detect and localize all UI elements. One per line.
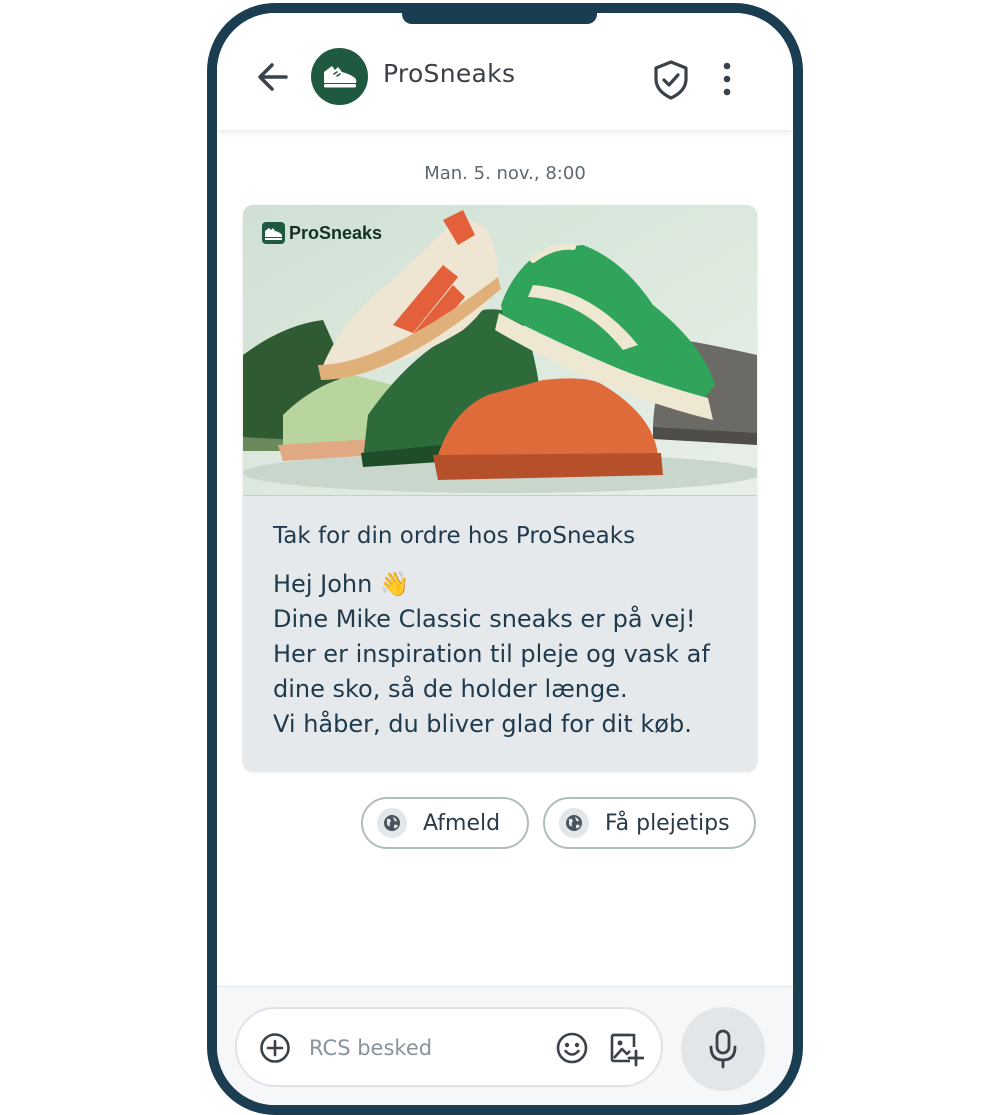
brand-name: ProSneaks <box>383 59 516 88</box>
message-input[interactable] <box>309 1031 539 1065</box>
add-attachment-button[interactable] <box>259 1032 291 1064</box>
card-logo-badge <box>262 222 285 244</box>
globe-icon <box>377 808 407 838</box>
add-image-button[interactable] <box>608 1031 645 1067</box>
card-body-line: dine sko, så de holder længe. <box>273 675 628 703</box>
card-body-line: Hej John 👋 <box>273 570 410 598</box>
more-vertical-icon <box>723 62 731 96</box>
chat-header: ProSneaks <box>217 13 793 130</box>
rich-card[interactable]: ProSneaks Tak for din ordre hos ProSneak… <box>243 205 757 771</box>
arrow-left-icon <box>258 63 288 91</box>
more-options-button[interactable] <box>717 59 737 99</box>
suggestion-chip-plejetips[interactable]: Få plejetips <box>543 797 756 849</box>
sneakers-product-image[interactable]: ProSneaks <box>243 205 757 496</box>
composer-bar <box>217 986 793 1105</box>
card-body-line: Dine Mike Classic sneaks er på vej! <box>273 605 696 633</box>
sneaker-icon <box>324 66 357 88</box>
globe-icon <box>559 808 589 838</box>
card-body: Hej John 👋 Dine Mike Classic sneaks er p… <box>273 567 753 742</box>
card-logo-text: ProSneaks <box>289 222 383 243</box>
card-logo: ProSneaks <box>262 221 382 245</box>
chip-label: Få plejetips <box>605 810 730 836</box>
card-body-line: Her er inspiration til pleje og vask af <box>273 640 710 668</box>
phone-frame: ProSneaks Man. 5. nov., 8:00 ProSneaks T… <box>207 3 803 1115</box>
add-image-icon <box>610 1033 645 1067</box>
verified-button[interactable] <box>651 59 691 101</box>
sneakers-photo <box>243 205 757 495</box>
phone-notch <box>402 13 597 24</box>
emoji-icon <box>556 1032 588 1064</box>
card-title: Tak for din ordre hos ProSneaks <box>273 523 636 549</box>
voice-message-button[interactable] <box>681 1007 765 1091</box>
microphone-icon <box>709 1029 737 1069</box>
avatar[interactable] <box>311 48 368 105</box>
suggestion-chip-afmeld[interactable]: Afmeld <box>361 797 529 849</box>
emoji-button[interactable] <box>555 1031 589 1065</box>
message-timestamp: Man. 5. nov., 8:00 <box>424 163 586 184</box>
back-button[interactable] <box>253 57 293 97</box>
message-composer <box>235 1007 663 1087</box>
plus-circle-icon <box>260 1033 290 1063</box>
shield-check-icon <box>654 60 688 100</box>
chip-label: Afmeld <box>423 810 501 836</box>
card-body-line: Vi håber, du bliver glad for dit køb. <box>273 710 692 738</box>
